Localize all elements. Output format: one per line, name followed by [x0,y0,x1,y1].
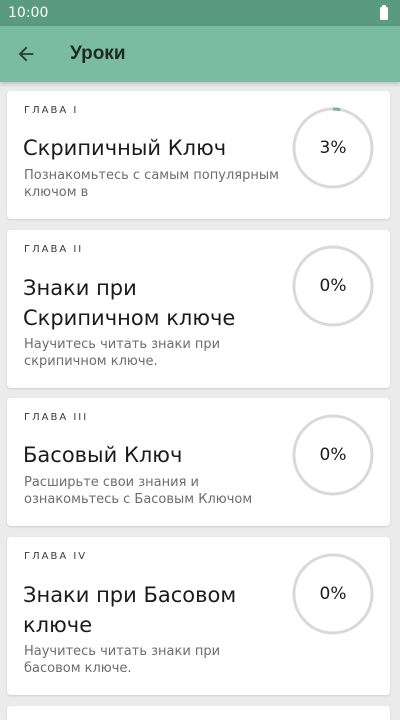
battery-icon [380,4,388,20]
status-bar: 10:00 [0,0,400,26]
chapter-label: ГЛАВА II [24,244,84,255]
lesson-description: Расширьте свои знания и ознакомьтесь с Б… [24,475,253,507]
arrow-back-icon [18,46,34,62]
lesson-list[interactable]: ГЛАВА I Скрипичный Ключ Познакомьтесь с … [0,82,400,720]
lesson-card-3[interactable]: ГЛАВА III Басовый Ключ Расширьте свои зн… [7,398,390,526]
progress-percent: 3% [319,138,347,158]
status-time: 10:00 [8,5,49,21]
back-button[interactable] [0,26,54,82]
lesson-card-2[interactable]: ГЛАВА II Знаки при Скрипичном ключе Науч… [7,230,390,388]
lesson-card-1[interactable]: ГЛАВА I Скрипичный Ключ Познакомьтесь с … [7,91,390,219]
chapter-label: ГЛАВА I [24,105,79,116]
lesson-description: Научитесь читать знаки при басовом ключе… [24,644,221,676]
app-bar: Уроки [0,26,400,82]
lesson-card-5[interactable] [7,706,390,720]
progress-percent: 0% [319,276,347,296]
lesson-title: Скрипичный Ключ [23,136,227,160]
lesson-title: Басовый Ключ [23,443,183,467]
lesson-title: Знаки при Басовом ключе [23,583,237,637]
progress-percent: 0% [319,584,347,604]
lesson-title: Знаки при Скрипичном ключе [23,276,236,330]
progress-ring: 0% [292,245,374,327]
progress-ring: 3% [292,107,374,189]
lesson-description: Научитесь читать знаки при скрипичном кл… [24,337,221,369]
lesson-description: Познакомьтесь с самым популярным ключом … [24,168,279,200]
page-title: Уроки [70,43,126,64]
progress-ring: 0% [292,414,374,496]
chapter-label: ГЛАВА IV [24,551,88,562]
chapter-label: ГЛАВА III [24,412,89,423]
progress-percent: 0% [319,445,347,465]
progress-ring: 0% [292,553,374,635]
lesson-card-4[interactable]: ГЛАВА IV Знаки при Басовом ключе Научите… [7,537,390,695]
